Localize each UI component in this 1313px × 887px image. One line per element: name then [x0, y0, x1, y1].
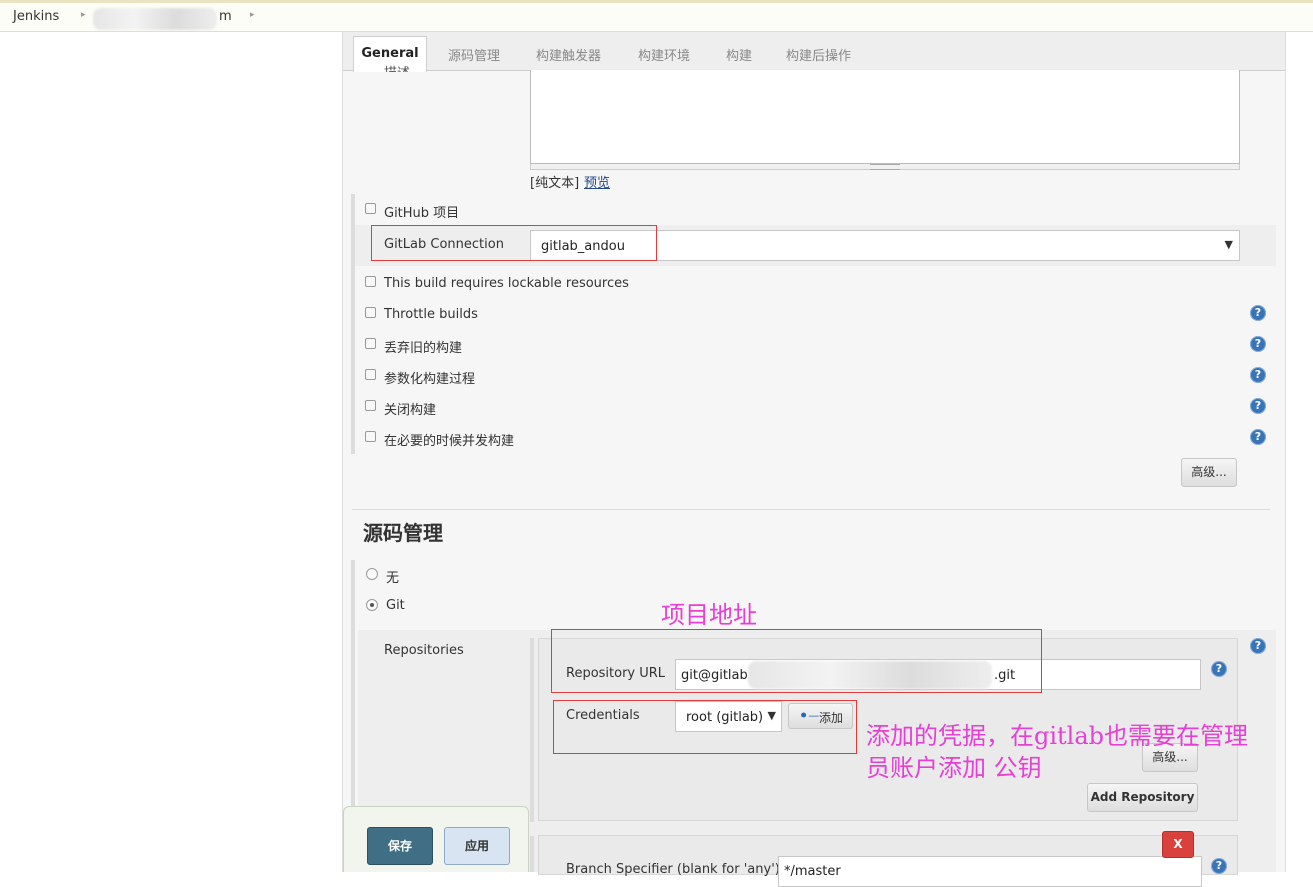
general-advanced-button[interactable]: 高级... [1181, 458, 1237, 487]
highlight-box-credentials [553, 700, 857, 754]
scm-git-radio[interactable] [366, 599, 378, 611]
repositories-label: Repositories [384, 643, 464, 658]
breadcrumb-job[interactable]: m [219, 9, 232, 24]
scm-git-label: Git [386, 598, 405, 613]
description-label: 描述 [384, 62, 410, 72]
divider [352, 509, 1270, 510]
throttle-builds-checkbox[interactable] [365, 307, 376, 318]
breadcrumb-separator-icon: ▸ [81, 10, 86, 20]
scm-none-label: 无 [386, 571, 400, 586]
option-label: 在必要的时候并发构建 [384, 434, 515, 449]
apply-button[interactable]: 应用 [444, 827, 510, 865]
chevron-down-icon: ▼ [1224, 238, 1233, 251]
disable-build-checkbox[interactable] [365, 400, 376, 411]
concurrent-build-checkbox[interactable] [365, 431, 376, 442]
description-textarea[interactable] [530, 70, 1240, 164]
tab-build[interactable]: 构建 [726, 45, 752, 64]
redacted-job-name [93, 8, 217, 30]
tab-scm[interactable]: 源码管理 [448, 45, 500, 64]
delete-branch-button[interactable]: X [1162, 831, 1194, 858]
save-button[interactable]: 保存 [367, 827, 433, 865]
scm-none-radio[interactable] [366, 568, 378, 580]
option-label: 参数化构建过程 [384, 372, 476, 387]
discard-builds-checkbox[interactable] [365, 338, 376, 349]
section-bar [530, 638, 534, 822]
help-icon[interactable]: ? [1250, 305, 1266, 321]
lockable-resources-checkbox[interactable] [365, 276, 376, 287]
help-icon[interactable]: ? [1250, 336, 1266, 352]
parameterized-checkbox[interactable] [365, 369, 376, 380]
breadcrumb-separator-icon: ▸ [250, 10, 255, 20]
branch-specifier-label: Branch Specifier (blank for 'any') [566, 862, 780, 877]
help-icon[interactable]: ? [1250, 638, 1266, 654]
highlight-box-repo-url [551, 629, 1042, 693]
tab-triggers[interactable]: 构建触发器 [536, 45, 601, 64]
option-label: This build requires lockable resources [384, 276, 629, 291]
section-bar [530, 836, 534, 872]
github-project-label: GitHub 项目 [384, 206, 460, 221]
resize-grip-icon[interactable] [870, 164, 900, 170]
annotation-project-address: 项目地址 [661, 601, 757, 629]
highlight-box-gitlab [371, 225, 657, 261]
github-project-checkbox[interactable] [365, 203, 376, 214]
annotation-credentials-line1: 添加的凭据，在gitlab也需要在管理 [866, 722, 1249, 750]
annotation-credentials-line2: 员账户添加 公钥 [866, 754, 1042, 782]
option-label: 丢弃旧的构建 [384, 341, 463, 356]
scm-heading: 源码管理 [363, 521, 443, 545]
tab-post-build[interactable]: 构建后操作 [786, 45, 851, 64]
breadcrumb-jenkins[interactable]: Jenkins [13, 9, 59, 24]
add-repository-button[interactable]: Add Repository [1087, 783, 1198, 812]
preview-link[interactable]: 预览 [584, 172, 610, 191]
plain-text-label: [纯文本] [530, 176, 580, 191]
help-icon[interactable]: ? [1211, 661, 1227, 677]
help-icon[interactable]: ? [1250, 398, 1266, 414]
help-icon[interactable]: ? [1250, 367, 1266, 383]
option-label: Throttle builds [384, 307, 478, 322]
help-icon[interactable]: ? [1250, 429, 1266, 445]
tab-environment[interactable]: 构建环境 [638, 45, 690, 64]
option-label: 关闭构建 [384, 403, 437, 418]
